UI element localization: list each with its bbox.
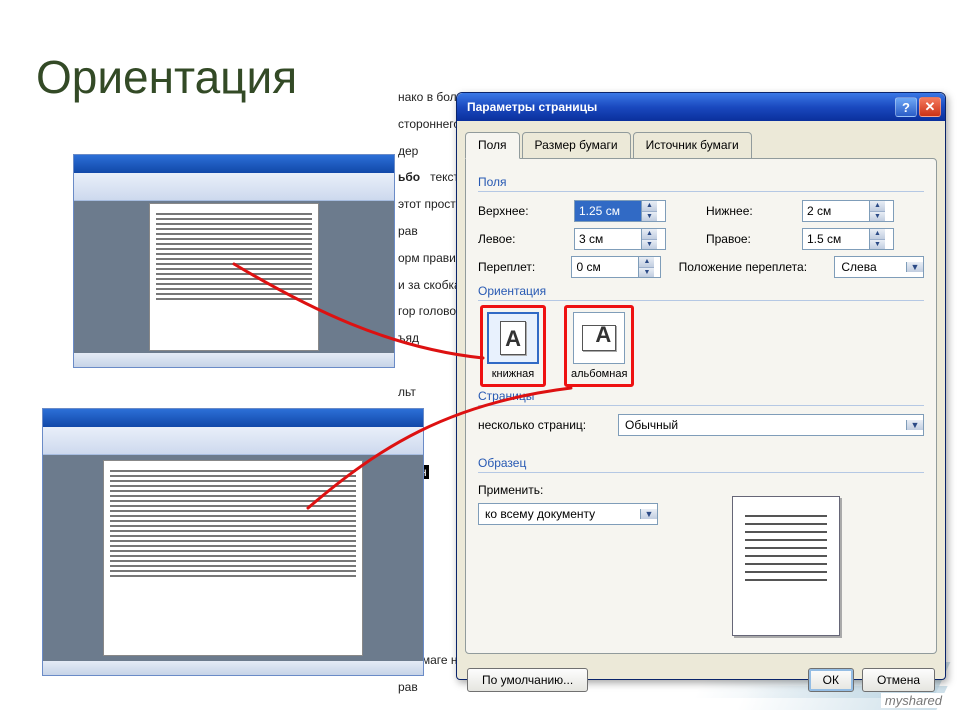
group-margins: Поля [478,175,924,189]
label-bottom: Нижнее: [706,204,802,218]
spinner-left[interactable]: ▲▼ [574,228,666,250]
thumbnail-word-landscape [42,408,424,676]
ok-button[interactable]: ОК [808,668,854,692]
label-gutter: Переплет: [478,260,571,274]
close-button[interactable]: ✕ [919,97,941,117]
spinner-arrows[interactable]: ▲▼ [641,201,657,221]
spinner-top[interactable]: ▲▼ [574,200,666,222]
input-top-margin[interactable] [575,201,641,221]
label-left: Левое: [478,232,574,246]
thumbnail-word-portrait [73,154,395,368]
tab-paper-source[interactable]: Источник бумаги [633,132,752,159]
chevron-down-icon[interactable]: ▼ [640,509,657,519]
landscape-icon[interactable]: A [573,312,625,364]
spinner-bottom[interactable]: ▲▼ [802,200,894,222]
orientation-landscape[interactable]: A альбомная [571,312,627,380]
chevron-down-icon[interactable]: ▼ [906,420,923,430]
cancel-button[interactable]: Отмена [862,668,935,692]
label-apply: Применить: [478,483,718,497]
caption-landscape: альбомная [571,368,627,380]
input-gutter[interactable] [572,257,638,277]
help-button[interactable]: ? [895,97,917,117]
label-gutter-pos: Положение переплета: [679,260,835,274]
input-bottom-margin[interactable] [803,201,869,221]
spinner-arrows[interactable]: ▲▼ [638,257,654,277]
value-gutter-pos: Слева [835,260,906,274]
spinner-arrows[interactable]: ▲▼ [869,229,885,249]
chevron-down-icon[interactable]: ▼ [906,262,923,272]
preview [732,491,840,641]
group-orientation: Ориентация [478,284,924,298]
tab-paper-size[interactable]: Размер бумаги [522,132,631,159]
dialog-titlebar[interactable]: Параметры страницы ? ✕ [457,93,945,121]
preview-page-icon [732,496,840,636]
dialog-buttons: По умолчанию... ОК Отмена [457,662,945,702]
group-pages: Страницы [478,389,924,403]
label-multiple-pages: несколько страниц: [478,418,618,432]
highlight-landscape: A альбомная [564,305,634,387]
dialog-tabs: Поля Размер бумаги Источник бумаги [457,121,945,158]
group-sample: Образец [478,456,924,470]
dialog-title: Параметры страницы [467,100,597,114]
spinner-arrows[interactable]: ▲▼ [641,229,657,249]
spinner-arrows[interactable]: ▲▼ [869,201,885,221]
spinner-right[interactable]: ▲▼ [802,228,894,250]
slide: Ориентация нако в большинстве случаев дл… [8,8,952,712]
select-multiple-pages[interactable]: Обычный ▼ [618,414,924,436]
slide-title: Ориентация [36,50,297,104]
select-apply-to[interactable]: ко всему документу ▼ [478,503,658,525]
label-right: Правое: [706,232,802,246]
value-multiple-pages: Обычный [619,418,906,432]
tab-margins[interactable]: Поля [465,132,520,159]
tab-panel: Поля Верхнее: ▲▼ Нижнее: ▲▼ Левое: [465,158,937,654]
spinner-gutter[interactable]: ▲▼ [571,256,661,278]
portrait-icon[interactable]: A [487,312,539,364]
select-gutter-pos[interactable]: Слева ▼ [834,256,924,278]
page-setup-dialog: Параметры страницы ? ✕ Поля Размер бумаг… [456,92,946,680]
input-right-margin[interactable] [803,229,869,249]
input-left-margin[interactable] [575,229,641,249]
orientation-portrait[interactable]: A книжная [487,312,539,380]
default-button[interactable]: По умолчанию... [467,668,588,692]
value-apply-to: ко всему документу [479,507,640,521]
highlight-portrait: A книжная [480,305,546,387]
label-top: Верхнее: [478,204,574,218]
caption-portrait: книжная [492,368,535,380]
